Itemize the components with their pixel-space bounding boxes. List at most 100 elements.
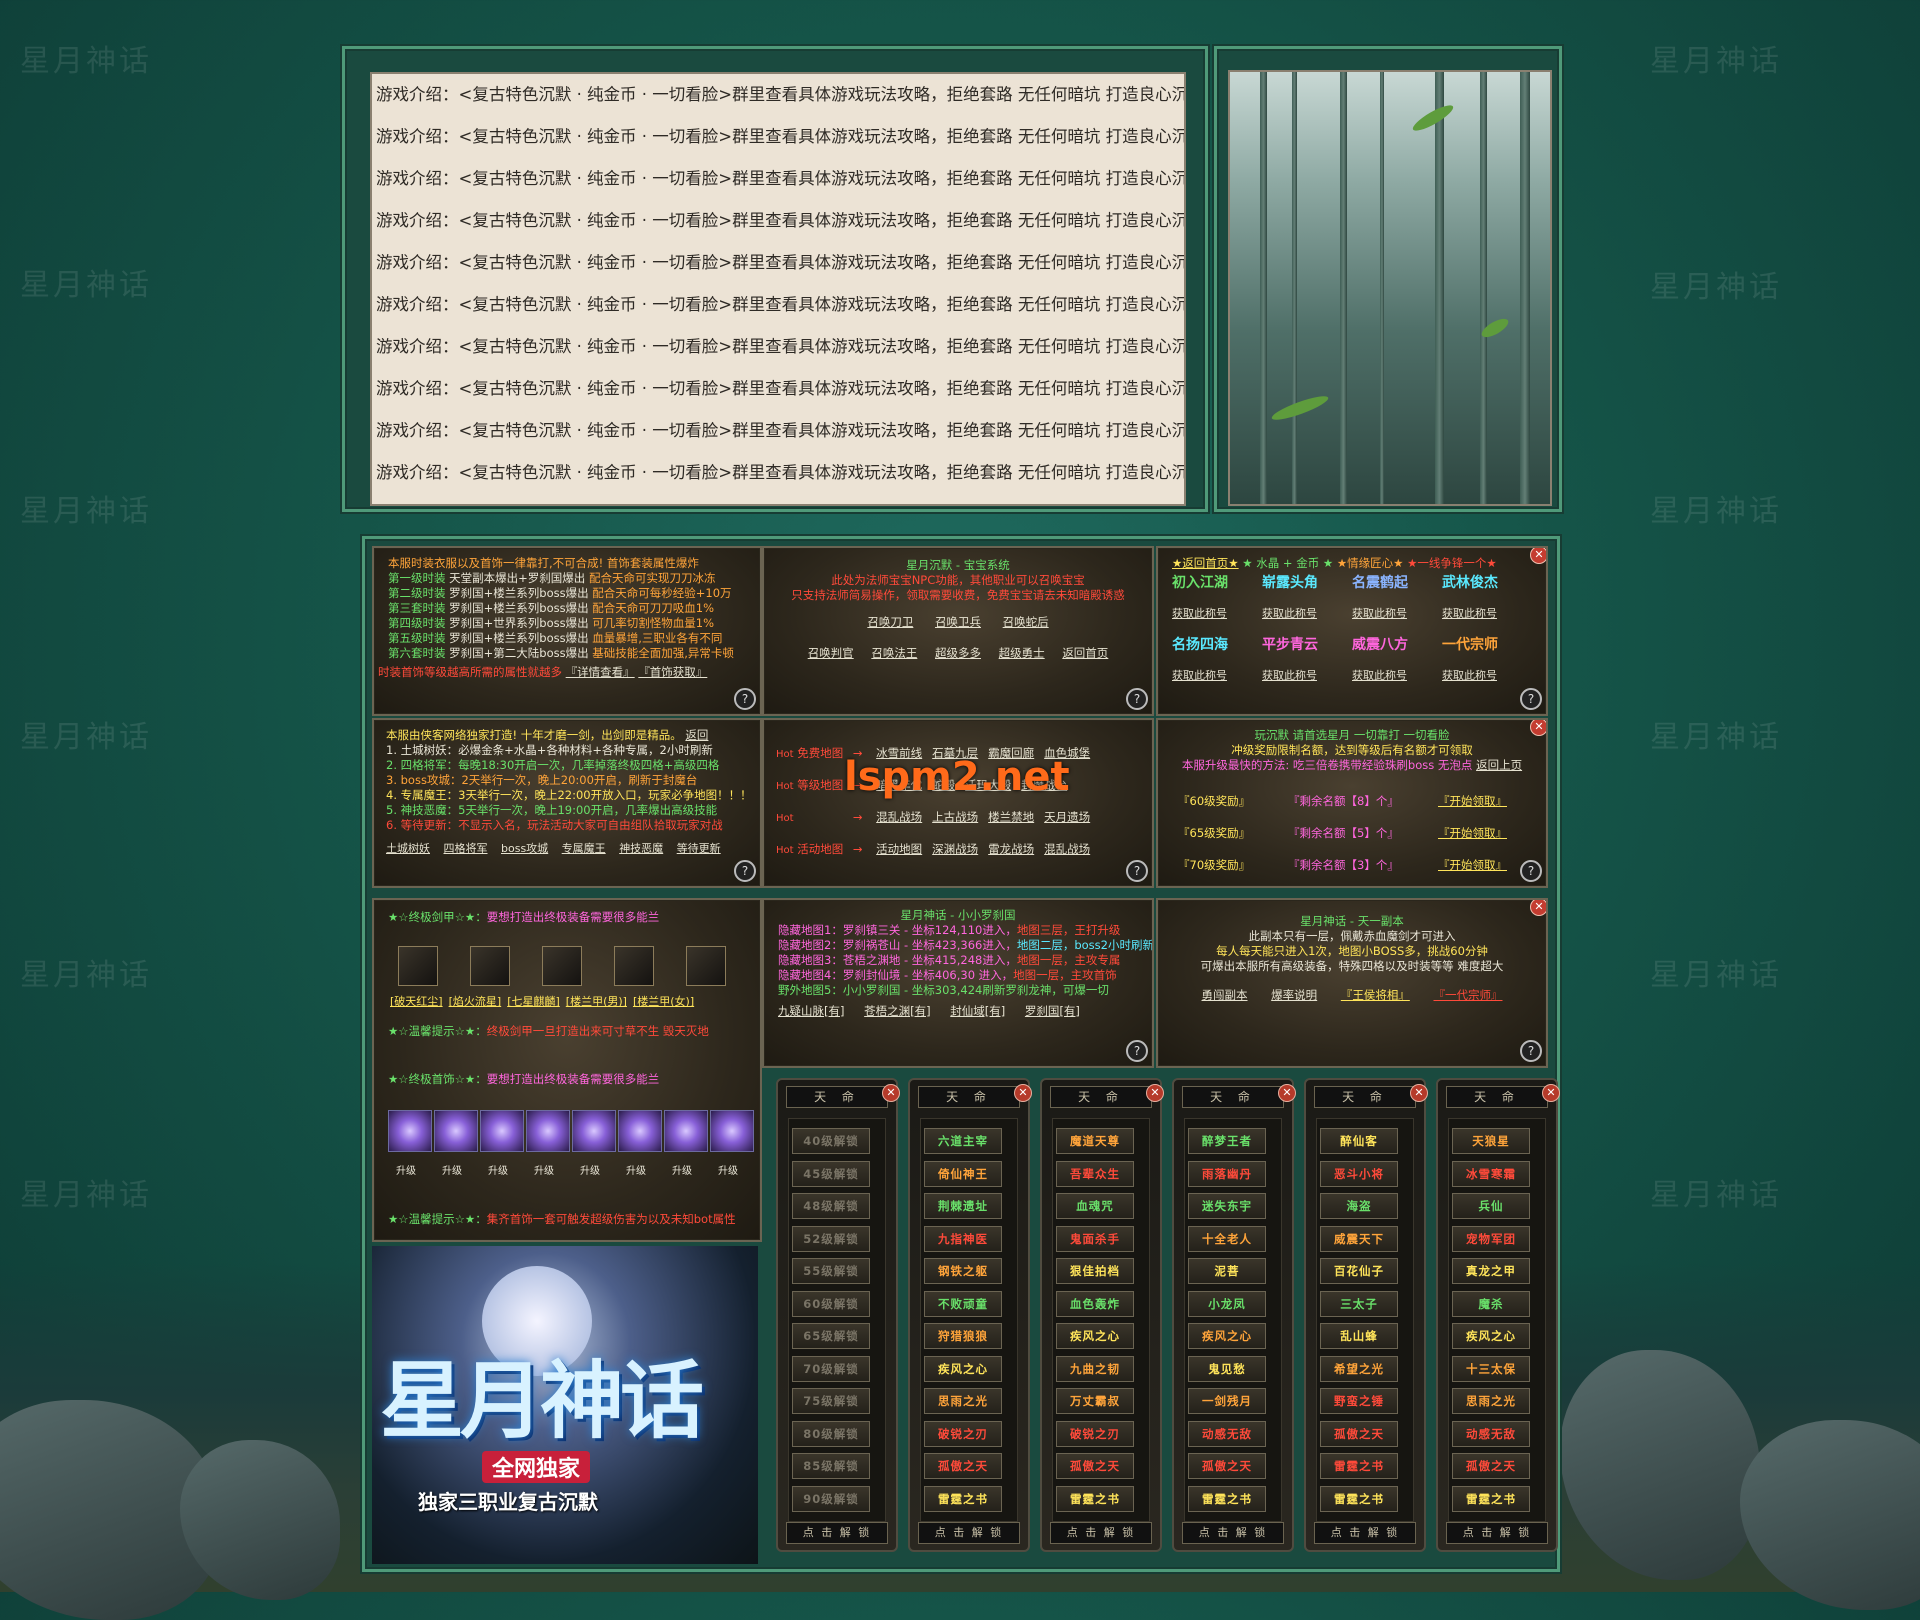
- tianming-item[interactable]: 雷霆之书: [924, 1485, 1002, 1512]
- tianming-item[interactable]: 破锐之刃: [1056, 1420, 1134, 1447]
- help-icon[interactable]: ?: [1520, 688, 1542, 710]
- tianming-item[interactable]: 雷霆之书: [1056, 1485, 1134, 1512]
- tianming-item[interactable]: 泥菩: [1188, 1258, 1266, 1284]
- tianming-item[interactable]: 魔道天尊: [1056, 1128, 1134, 1154]
- tianming-item[interactable]: 45级解锁: [792, 1160, 870, 1187]
- equipment-icon[interactable]: [542, 946, 582, 986]
- tianming-item[interactable]: 疾风之心: [1056, 1323, 1134, 1349]
- claim-reward-link[interactable]: 『开始领取』: [1438, 794, 1507, 808]
- upgrade-button[interactable]: 升级: [672, 1164, 692, 1179]
- tianming-item[interactable]: 疾风之心: [924, 1355, 1002, 1382]
- equipment-icon[interactable]: [398, 946, 438, 986]
- map-link[interactable]: 上古战场: [932, 810, 978, 824]
- claim-reward-link[interactable]: 『开始领取』: [1438, 826, 1507, 840]
- back-home-link[interactable]: 返回首页: [1062, 646, 1108, 660]
- accessory-icon[interactable]: [434, 1110, 478, 1152]
- map-link[interactable]: 深渊战场: [932, 842, 978, 856]
- unlock-button[interactable]: 点 击 解 锁: [1314, 1522, 1416, 1544]
- close-icon[interactable]: ✕: [1530, 900, 1546, 916]
- tianming-item[interactable]: 疾风之心: [1188, 1323, 1266, 1349]
- summon-link[interactable]: 超级勇士: [999, 646, 1045, 660]
- tianming-item[interactable]: 血魂咒: [1056, 1193, 1134, 1219]
- back-link[interactable]: 返回上页: [1476, 758, 1522, 772]
- tianming-item[interactable]: 雨落幽丹: [1188, 1160, 1266, 1187]
- help-icon[interactable]: ?: [734, 860, 756, 882]
- tianming-item[interactable]: 雷霆之书: [1452, 1485, 1530, 1512]
- claim-reward-link[interactable]: 『开始领取』: [1438, 858, 1507, 872]
- tianming-item[interactable]: 魔杀: [1452, 1290, 1530, 1317]
- summon-link[interactable]: 召唤刀卫: [867, 615, 913, 629]
- tianming-item[interactable]: 90级解锁: [792, 1485, 870, 1512]
- tianming-item[interactable]: 雷霆之书: [1188, 1485, 1266, 1512]
- tianming-item[interactable]: 孤傲之天: [1452, 1453, 1530, 1479]
- tianming-item[interactable]: 十三太保: [1452, 1355, 1530, 1382]
- equipment-name[interactable]: [楼兰甲(男)]: [566, 995, 627, 1008]
- tianming-item[interactable]: 威震天下: [1320, 1225, 1398, 1252]
- map-link[interactable]: 封仙域[有]: [950, 1004, 1005, 1018]
- map-link[interactable]: 雷龙战场: [988, 842, 1034, 856]
- close-icon[interactable]: ✕: [1014, 1084, 1032, 1102]
- tianming-item[interactable]: 冰雪寒霜: [1452, 1160, 1530, 1187]
- equipment-icon[interactable]: [686, 946, 726, 986]
- tianming-item[interactable]: 乱山蜂: [1320, 1323, 1398, 1349]
- tianming-item[interactable]: 狠佳拍档: [1056, 1258, 1134, 1284]
- tianming-item[interactable]: 思雨之光: [1452, 1388, 1530, 1414]
- close-icon[interactable]: ✕: [1146, 1084, 1164, 1102]
- equipment-name[interactable]: [七星麒麟]: [507, 995, 560, 1008]
- upgrade-button[interactable]: 升级: [396, 1164, 416, 1179]
- claim-title-link[interactable]: 获取此称号: [1262, 668, 1317, 683]
- upgrade-button[interactable]: 升级: [488, 1164, 508, 1179]
- activity-link[interactable]: 等待更新: [677, 842, 721, 855]
- map-link[interactable]: 楼兰禁地: [988, 810, 1034, 824]
- tianming-item[interactable]: 疾风之心: [1452, 1323, 1530, 1349]
- tianming-item[interactable]: 迷失东宇: [1188, 1193, 1266, 1219]
- map-link[interactable]: 混乱战场: [876, 810, 922, 824]
- tianming-item[interactable]: 吾辈众生: [1056, 1160, 1134, 1187]
- tianming-item[interactable]: 醉仙客: [1320, 1128, 1398, 1154]
- tianming-item[interactable]: 52级解锁: [792, 1225, 870, 1252]
- tianming-item[interactable]: 十全老人: [1188, 1225, 1266, 1252]
- upgrade-button[interactable]: 升级: [626, 1164, 646, 1179]
- tianming-item[interactable]: 醉梦王者: [1188, 1128, 1266, 1154]
- tianming-item[interactable]: 动感无敌: [1452, 1420, 1530, 1447]
- map-link[interactable]: 天月遗场: [1044, 810, 1090, 824]
- tianming-item[interactable]: 小龙凤: [1188, 1290, 1266, 1317]
- help-icon[interactable]: ?: [734, 688, 756, 710]
- tianming-item[interactable]: 宠物军团: [1452, 1225, 1530, 1252]
- details-link[interactable]: 『详情查看』: [566, 665, 635, 679]
- tianming-item[interactable]: 不败顽童: [924, 1290, 1002, 1317]
- summon-link[interactable]: 超级多多: [935, 646, 981, 660]
- dungeon-link[interactable]: 『一代宗师』: [1433, 988, 1502, 1002]
- accessory-link[interactable]: 『首饰获取』: [638, 665, 707, 679]
- tianming-item[interactable]: 百花仙子: [1320, 1258, 1398, 1284]
- tianming-item[interactable]: 85级解锁: [792, 1453, 870, 1479]
- map-link[interactable]: 混乱战场: [1044, 842, 1090, 856]
- tianming-item[interactable]: 60级解锁: [792, 1290, 870, 1317]
- claim-title-link[interactable]: 获取此称号: [1172, 606, 1227, 621]
- summon-link[interactable]: 召唤蛇后: [1003, 615, 1049, 629]
- tianming-item[interactable]: 恶斗小将: [1320, 1160, 1398, 1187]
- unlock-button[interactable]: 点 击 解 锁: [786, 1522, 888, 1544]
- tianming-item[interactable]: 孤傲之天: [924, 1453, 1002, 1479]
- close-icon[interactable]: ✕: [882, 1084, 900, 1102]
- claim-title-link[interactable]: 获取此称号: [1442, 668, 1497, 683]
- equipment-icon[interactable]: [614, 946, 654, 986]
- tianming-item[interactable]: 狩猎狼狼: [924, 1323, 1002, 1349]
- help-icon[interactable]: ?: [1520, 1040, 1542, 1062]
- summon-link[interactable]: 召唤法王: [871, 646, 917, 660]
- map-link[interactable]: 罗刹国[有]: [1025, 1004, 1080, 1018]
- tianming-item[interactable]: 荆棘遗址: [924, 1193, 1002, 1219]
- tianming-item[interactable]: 血色轰炸: [1056, 1290, 1134, 1317]
- tianming-item[interactable]: 孤傲之天: [1320, 1420, 1398, 1447]
- dungeon-link[interactable]: 爆率说明: [1271, 988, 1317, 1002]
- unlock-button[interactable]: 点 击 解 锁: [1446, 1522, 1548, 1544]
- map-link[interactable]: 活动地图: [876, 842, 922, 856]
- help-icon[interactable]: ?: [1126, 860, 1148, 882]
- tianming-item[interactable]: 40级解锁: [792, 1128, 870, 1154]
- tianming-item[interactable]: 破锐之刃: [924, 1420, 1002, 1447]
- summon-link[interactable]: 召唤卫兵: [935, 615, 981, 629]
- tianming-item[interactable]: 动感无敌: [1188, 1420, 1266, 1447]
- unlock-button[interactable]: 点 击 解 锁: [918, 1522, 1020, 1544]
- help-icon[interactable]: ?: [1126, 688, 1148, 710]
- accessory-icon[interactable]: [388, 1110, 432, 1152]
